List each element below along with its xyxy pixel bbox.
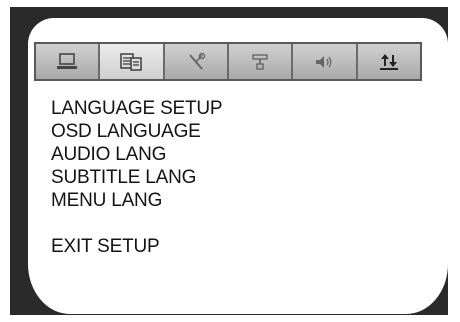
menu-title: LANGUAGE SETUP [51, 98, 223, 119]
tab-preference[interactable] [228, 44, 294, 79]
tab-language[interactable] [100, 44, 165, 79]
setup-tab-bar [34, 42, 422, 81]
menu-item-menu-lang[interactable]: MENU LANG [51, 189, 222, 212]
menu-item-audio-lang[interactable]: AUDIO LANG [51, 143, 222, 166]
menu-item-subtitle-lang[interactable]: SUBTITLE LANG [51, 166, 222, 189]
connection-icon [252, 53, 268, 70]
tab-video[interactable] [164, 44, 229, 79]
tools-icon [189, 52, 206, 70]
language-setup-menu: LANGUAGE SETUP OSD LANGUAGE AUDIO LANG S… [51, 97, 223, 258]
monitor-icon [57, 52, 78, 69]
tab-digital[interactable] [357, 44, 420, 79]
language-setup-icon [120, 52, 143, 71]
up-down-arrows-icon [379, 53, 398, 70]
menu-item-osd-language[interactable]: OSD LANGUAGE [51, 120, 222, 143]
tab-general[interactable] [36, 44, 101, 79]
tab-audio[interactable] [293, 44, 358, 79]
exit-setup-item[interactable]: EXIT SETUP [51, 212, 222, 258]
speaker-icon [316, 55, 332, 68]
